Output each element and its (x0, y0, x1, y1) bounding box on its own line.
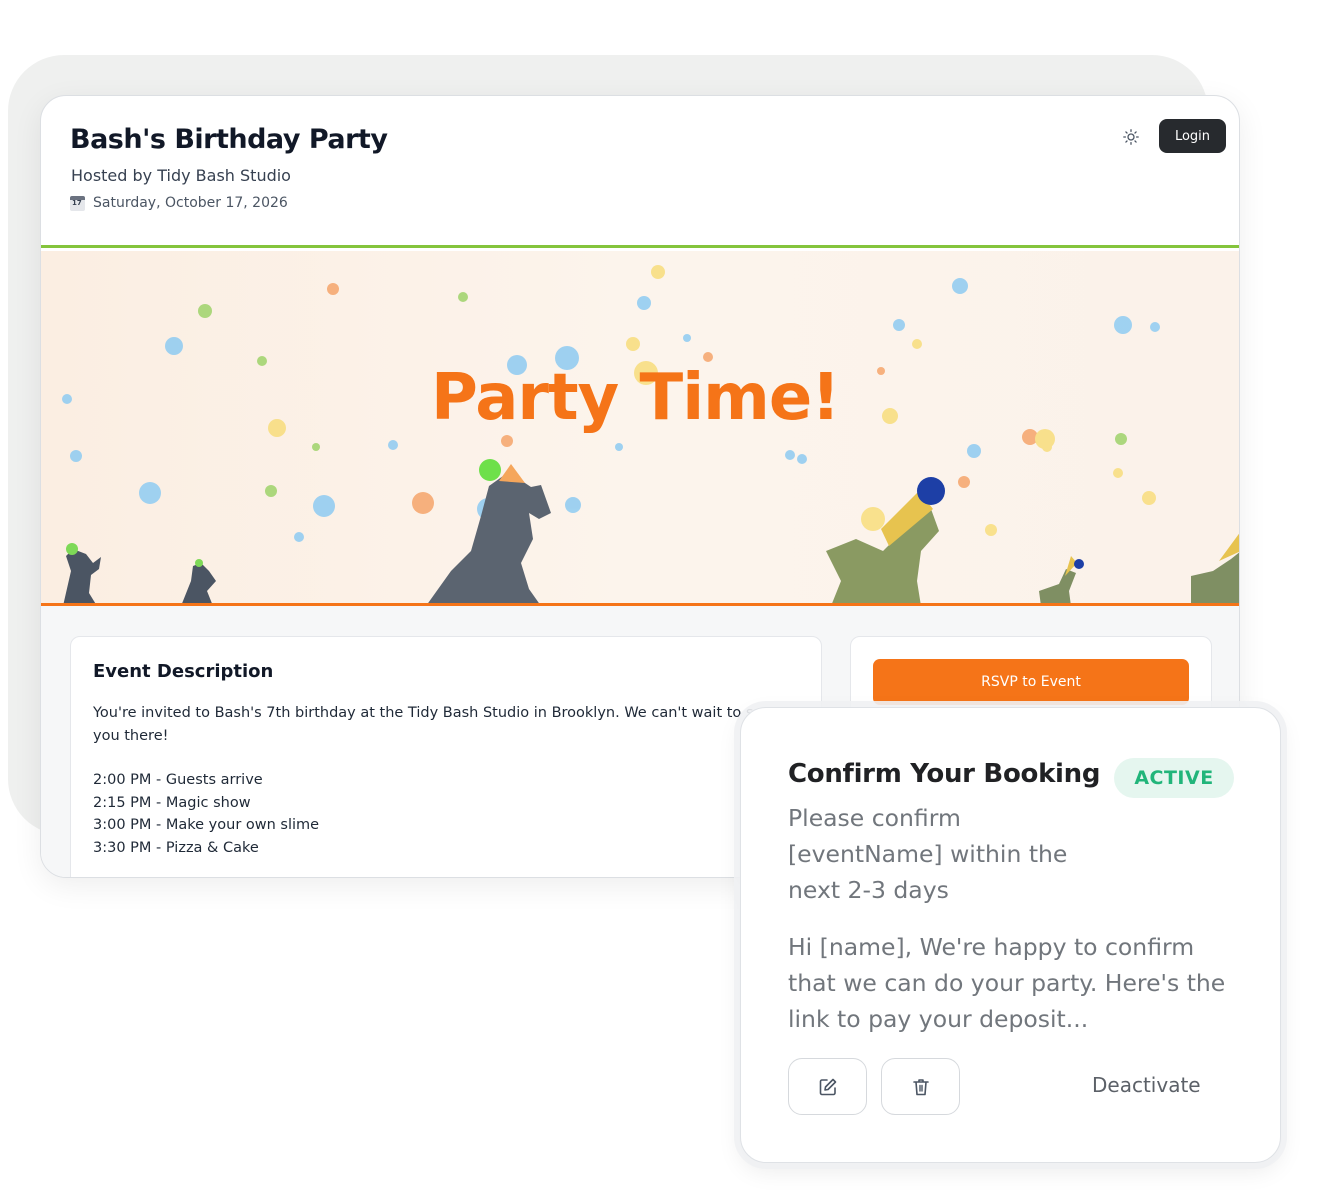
description-title: Event Description (93, 661, 274, 682)
sun-icon (1123, 129, 1139, 145)
schedule-item: 2:00 PM - Guests arrive (93, 772, 263, 788)
edit-icon (819, 1078, 836, 1095)
event-date: Saturday, October 17, 2026 (93, 195, 288, 211)
status-badge: ACTIVE (1114, 758, 1234, 798)
template-title: Confirm Your Booking (788, 759, 1101, 789)
stage: Bash's Birthday Party Hosted by Tidy Bas… (0, 0, 1320, 1200)
edit-button[interactable] (788, 1058, 867, 1115)
trash-icon (912, 1078, 929, 1095)
party-banner: Party Time! (41, 251, 1239, 606)
template-subject: Please confirm [eventName] within the ne… (788, 804, 1068, 904)
event-header: Bash's Birthday Party Hosted by Tidy Bas… (41, 96, 1239, 248)
schedule-item: 2:15 PM - Magic show (93, 794, 251, 811)
event-host: Hosted by Tidy Bash Studio (71, 166, 291, 185)
schedule-list: 2:00 PM - Guests arrive 2:15 PM - Magic … (93, 769, 319, 859)
message-template-card: Confirm Your Booking ACTIVE Please confi… (740, 707, 1281, 1163)
template-body: Hi [name], We're happy to confirm that w… (788, 933, 1226, 1033)
description-card: Event Description You're invited to Bash… (70, 636, 822, 877)
theme-toggle-button[interactable] (1118, 124, 1144, 150)
delete-button[interactable] (881, 1058, 960, 1115)
calendar-icon (70, 195, 85, 211)
deactivate-button[interactable]: Deactivate (1092, 1073, 1201, 1097)
banner-headline: Party Time! (431, 361, 840, 435)
login-button[interactable]: Login (1159, 119, 1226, 153)
dinosaur-figures (63, 459, 1239, 603)
schedule-item: 3:00 PM - Make your own slime (93, 817, 320, 834)
event-date-row: Saturday, October 17, 2026 (70, 195, 288, 211)
schedule-item: 3:30 PM - Pizza & Cake (93, 839, 259, 856)
description-text: You're invited to Bash's 7th birthday at… (93, 705, 772, 744)
event-title: Bash's Birthday Party (70, 124, 388, 155)
rsvp-button[interactable]: RSVP to Event (873, 659, 1189, 705)
